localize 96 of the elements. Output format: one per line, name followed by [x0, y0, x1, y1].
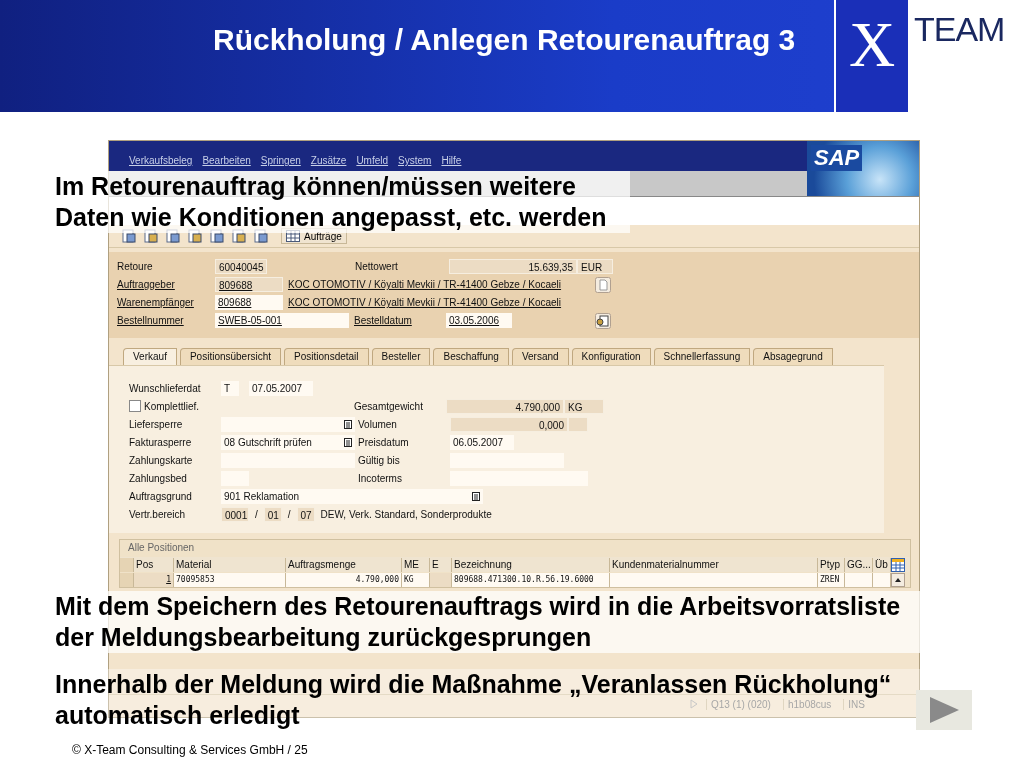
- field-label: Zahlungskarte: [129, 454, 194, 466]
- date-type-field[interactable]: T: [221, 380, 239, 396]
- scroll-up-icon[interactable]: [891, 572, 905, 587]
- menu-item[interactable]: Zusätze: [310, 155, 347, 171]
- column-header[interactable]: Pos: [134, 557, 174, 572]
- date-field[interactable]: 06.05.2007: [450, 434, 514, 450]
- menu-item[interactable]: Verkaufsbeleg: [129, 155, 193, 171]
- menu-item[interactable]: Hilfe: [441, 155, 462, 171]
- field-label: Gesamtgewicht: [354, 400, 424, 412]
- sales-area-text: DEW, Verk. Standard, Sonderprodukte: [320, 508, 492, 520]
- column-header[interactable]: E: [430, 557, 452, 572]
- tab[interactable]: Positionsdetail: [284, 348, 369, 365]
- tab[interactable]: Positionsübersicht: [179, 348, 282, 365]
- field-label: Volumen: [358, 418, 398, 430]
- column-header[interactable]: Material: [174, 557, 286, 572]
- column-header[interactable]: ME: [402, 557, 430, 572]
- table-cell: KG: [402, 572, 430, 587]
- column-header[interactable]: Auftragsmenge: [286, 557, 402, 572]
- select-all-cell[interactable]: [120, 557, 134, 572]
- field-label: Incoterms: [358, 472, 403, 484]
- field-label: Fakturasperre: [129, 436, 193, 448]
- tab[interactable]: Versand: [511, 348, 569, 365]
- table-cell: 70095853: [174, 572, 286, 587]
- column-header[interactable]: GG...: [845, 557, 873, 572]
- edit-document-icon[interactable]: [595, 312, 611, 329]
- address-link[interactable]: KOC OTOMOTIV / Köyalti Mevkii / TR-41400 Gebze / Kocaeli: [288, 279, 562, 290]
- menu-item[interactable]: System: [398, 155, 432, 171]
- dropdown-field[interactable]: 08 Gutschrift prüfen: [221, 434, 355, 450]
- table-cell: ZREN: [818, 572, 845, 587]
- field-label: Preisdatum: [358, 436, 410, 448]
- sap-logo: SAP: [807, 141, 919, 196]
- dropdown-field[interactable]: 901 Reklamation: [221, 488, 483, 504]
- currency-field: EUR: [577, 259, 613, 274]
- field-label: Liefersperre: [129, 418, 184, 430]
- status-field: INS: [843, 698, 869, 710]
- field-label: Vertr.bereich: [129, 508, 187, 520]
- footer-text: © X-Team Consulting & Services GmbH / 25: [72, 743, 308, 757]
- unit-field: [568, 416, 588, 432]
- list-icon[interactable]: [344, 437, 352, 447]
- field-label: Nettowert: [355, 261, 399, 272]
- division-field: 07: [296, 506, 315, 522]
- list-icon[interactable]: [472, 491, 480, 501]
- column-header[interactable]: Kundenmaterialnummer: [610, 557, 818, 572]
- tab[interactable]: Konfiguration: [571, 348, 651, 365]
- field-label: Auftragsgrund: [129, 490, 193, 502]
- date-field[interactable]: 07.05.2007: [249, 380, 313, 396]
- tab[interactable]: Absagegrund: [753, 348, 833, 365]
- table-cell: 1: [134, 572, 174, 587]
- field-label: Zahlungsbed: [129, 472, 188, 484]
- next-slide-button[interactable]: [916, 690, 972, 730]
- partner-number-field[interactable]: 809688: [215, 295, 283, 310]
- volume-field: 0,000: [450, 416, 568, 432]
- status-field: h1b08cus: [782, 698, 836, 710]
- callout-text: Im Retourenauftrag können/müssen weitere Daten wie Konditionen angepasst, etc. werden: [55, 171, 630, 233]
- tab[interactable]: Verkauf: [123, 348, 177, 365]
- po-number-field[interactable]: SWEB-05-001: [215, 313, 349, 328]
- play-icon: [928, 696, 960, 724]
- sales-org-field: 0001: [221, 506, 249, 522]
- checkbox[interactable]: [129, 400, 141, 412]
- menu-item[interactable]: Springen: [260, 155, 301, 171]
- field-label: Gültig bis: [358, 454, 401, 466]
- table-cell: 4.790,000: [286, 572, 402, 587]
- field-label-link[interactable]: Bestelldatum: [354, 315, 446, 326]
- field-label: Retoure: [117, 261, 154, 272]
- menu-item[interactable]: Bearbeiten: [202, 155, 251, 171]
- tab[interactable]: Schnellerfassung: [653, 348, 751, 365]
- status-field: Q13 (1) (020): [705, 698, 775, 710]
- logo-mark: X: [836, 0, 908, 112]
- net-value-field: 15.639,35: [449, 259, 577, 274]
- channel-field: 01: [263, 506, 282, 522]
- field-label: Wunschlieferdat: [129, 382, 202, 394]
- field-label-link[interactable]: Warenempfänger: [117, 297, 215, 308]
- tab[interactable]: Beschaffung: [433, 348, 509, 365]
- column-header[interactable]: Ptyp: [818, 557, 845, 572]
- unit-field: KG: [564, 398, 604, 414]
- weight-field: 4.790,000: [446, 398, 564, 414]
- separator-text: /: [287, 508, 291, 520]
- dropdown-field[interactable]: [221, 416, 355, 432]
- slide-title: Rückholung / Anlegen Retourenauftrag 3: [213, 25, 797, 58]
- table-cell: 809688.471300.10.R.56.19.6000: [452, 572, 610, 587]
- logo-word: TEAM: [914, 10, 1005, 49]
- table-title: Alle Positionen: [127, 541, 196, 555]
- checkbox-label: Komplettlief.: [144, 400, 200, 412]
- po-date-field[interactable]: 03.05.2006: [446, 313, 512, 328]
- order-number-field: 60040045: [215, 259, 267, 274]
- address-link[interactable]: KOC OTOMOTIV / Köyalti Mevkii / TR-41400 Gebze / Kocaeli: [288, 297, 562, 308]
- tab[interactable]: Besteller: [371, 348, 431, 365]
- menu-item[interactable]: Umfeld: [356, 155, 389, 171]
- document-icon[interactable]: [595, 276, 611, 293]
- list-icon[interactable]: [344, 419, 352, 429]
- partner-number-field[interactable]: 809688: [215, 277, 283, 292]
- field-label-link[interactable]: Auftraggeber: [117, 279, 215, 290]
- column-header[interactable]: Bezeichnung: [452, 557, 610, 572]
- field-label-link[interactable]: Bestellnummer: [117, 315, 215, 326]
- table-settings-icon[interactable]: [891, 557, 905, 572]
- separator-text: /: [255, 508, 258, 520]
